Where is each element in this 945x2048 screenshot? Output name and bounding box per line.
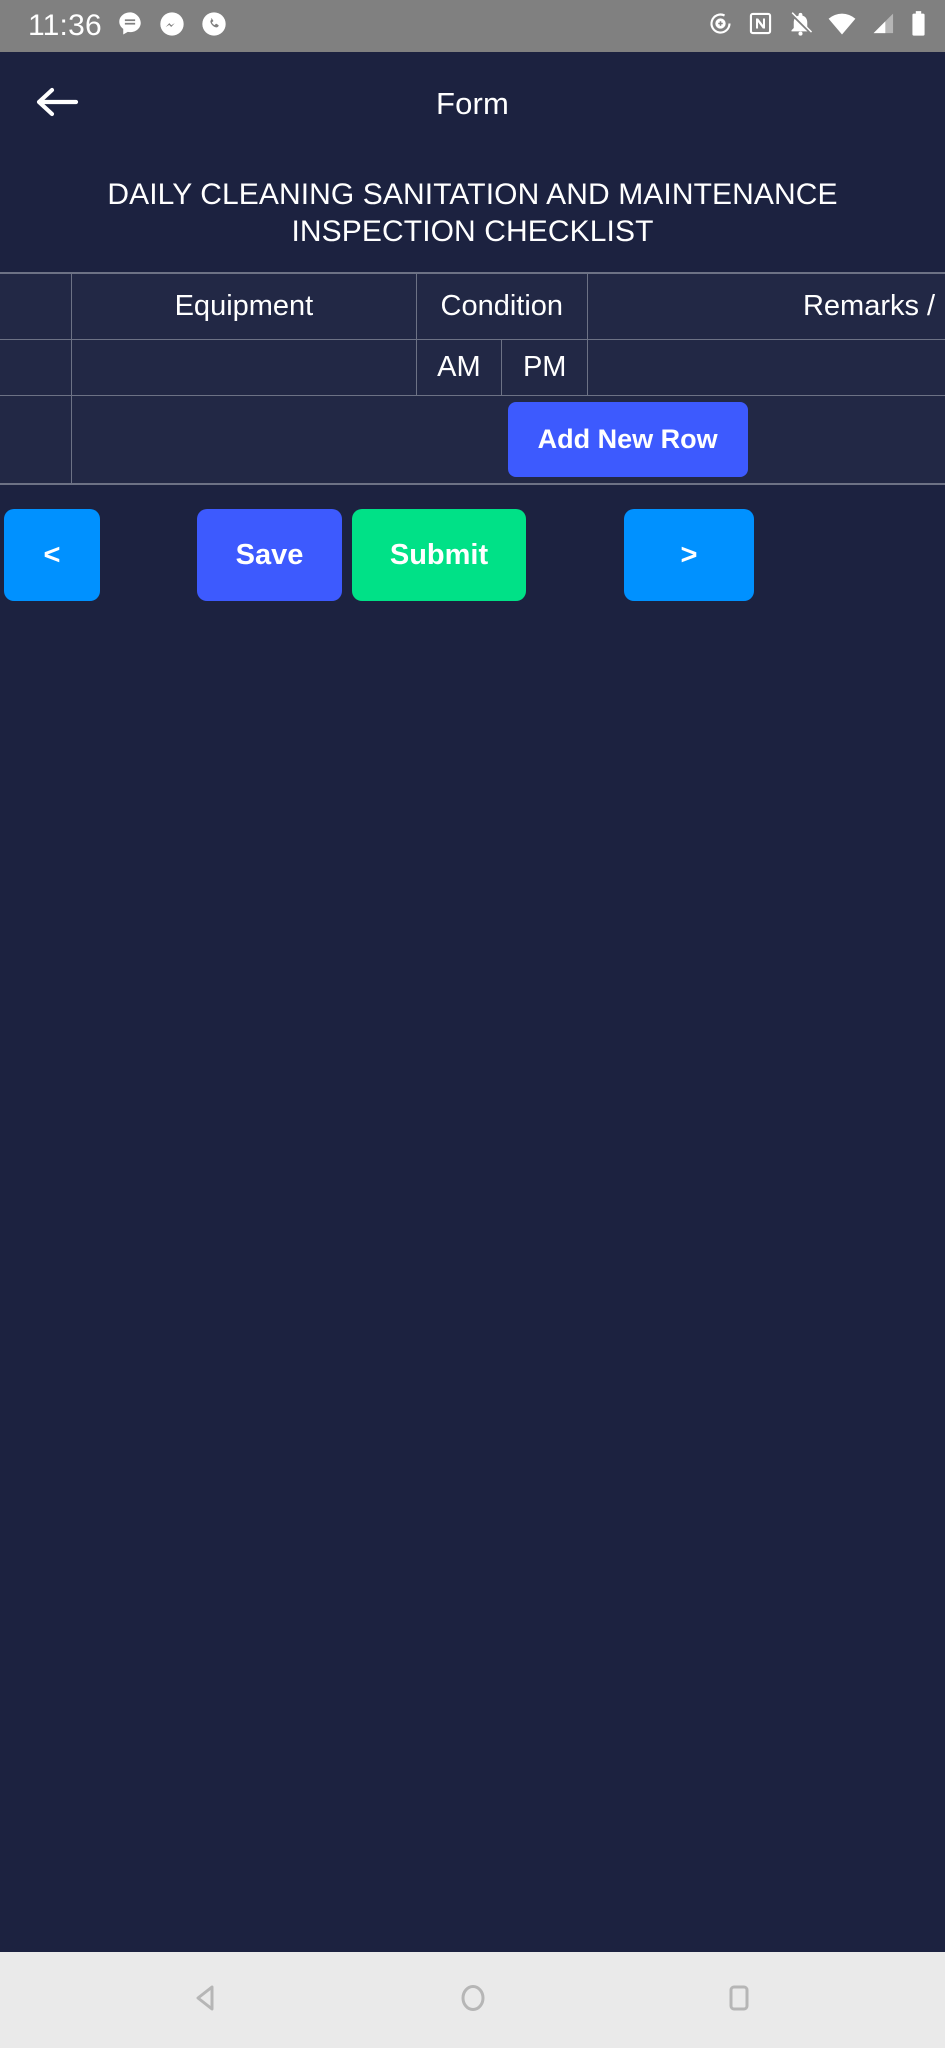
table-header-row-primary: Equipment Condition Remarks / R — [0, 273, 945, 340]
header-cell-index-sub — [0, 339, 73, 396]
nav-home-button[interactable] — [438, 1965, 508, 2035]
messenger-icon — [158, 10, 186, 43]
header-cell-equipment: Equipment — [71, 273, 417, 340]
next-page-button[interactable]: > — [624, 509, 754, 601]
data-saver-icon — [707, 10, 734, 42]
header-cell-equipment-sub — [71, 339, 417, 396]
add-row-button-cell: Add New Row — [71, 395, 945, 484]
add-new-row-button[interactable]: Add New Row — [507, 402, 748, 477]
header-cell-condition: Condition — [415, 273, 589, 340]
form-empty-area — [0, 623, 945, 1952]
header-cell-index — [0, 273, 73, 340]
form-action-bar: < Save Submit > — [0, 485, 945, 623]
status-time: 11:36 — [28, 9, 102, 42]
app-screen: 11:36 Form DAILY CLEANING SANITATION AND… — [0, 0, 945, 2048]
table-add-row: Add New Row — [0, 395, 945, 484]
header-cell-am: AM — [415, 339, 503, 396]
back-button[interactable] — [30, 77, 84, 131]
nav-recents-button[interactable] — [704, 1965, 774, 2035]
cellular-signal-icon — [870, 10, 897, 42]
form-heading-line-2: INSPECTION CHECKLIST — [291, 215, 654, 248]
table-header-row-secondary: AM PM — [0, 339, 945, 396]
phone-icon — [200, 10, 228, 43]
back-arrow-icon — [34, 83, 80, 126]
wifi-icon — [827, 10, 857, 42]
battery-icon — [910, 10, 927, 42]
header-cell-remarks-sub — [587, 339, 945, 396]
submit-button[interactable]: Submit — [352, 509, 526, 601]
nav-home-icon — [455, 1980, 491, 2021]
header-cell-pm: PM — [501, 339, 589, 396]
form-heading: DAILY CLEANING SANITATION AND MAINTENANC… — [0, 156, 945, 272]
form-heading-line-1: DAILY CLEANING SANITATION AND MAINTENANC… — [107, 178, 838, 211]
header-cell-remarks: Remarks / R — [587, 273, 945, 340]
status-bar-right — [707, 10, 927, 42]
add-row-index-cell — [0, 395, 73, 484]
previous-page-button[interactable]: < — [4, 509, 100, 601]
page-title: Form — [435, 86, 510, 121]
nfc-icon — [747, 10, 774, 42]
nav-back-icon — [189, 1980, 225, 2021]
save-button[interactable]: Save — [197, 509, 342, 601]
notifications-muted-icon — [787, 10, 814, 42]
system-navigation-bar — [0, 1952, 945, 2048]
form-table-scroll-container[interactable]: Equipment Condition Remarks / R AM PM Ad… — [0, 272, 945, 485]
nav-recents-icon — [721, 1980, 757, 2021]
status-bar-left: 11:36 — [28, 9, 228, 43]
messages-icon — [116, 10, 144, 43]
inspection-checklist-table: Equipment Condition Remarks / R AM PM Ad… — [0, 273, 945, 484]
app-bar: Form — [0, 52, 945, 156]
status-bar: 11:36 — [0, 0, 945, 52]
nav-back-button[interactable] — [172, 1965, 242, 2035]
